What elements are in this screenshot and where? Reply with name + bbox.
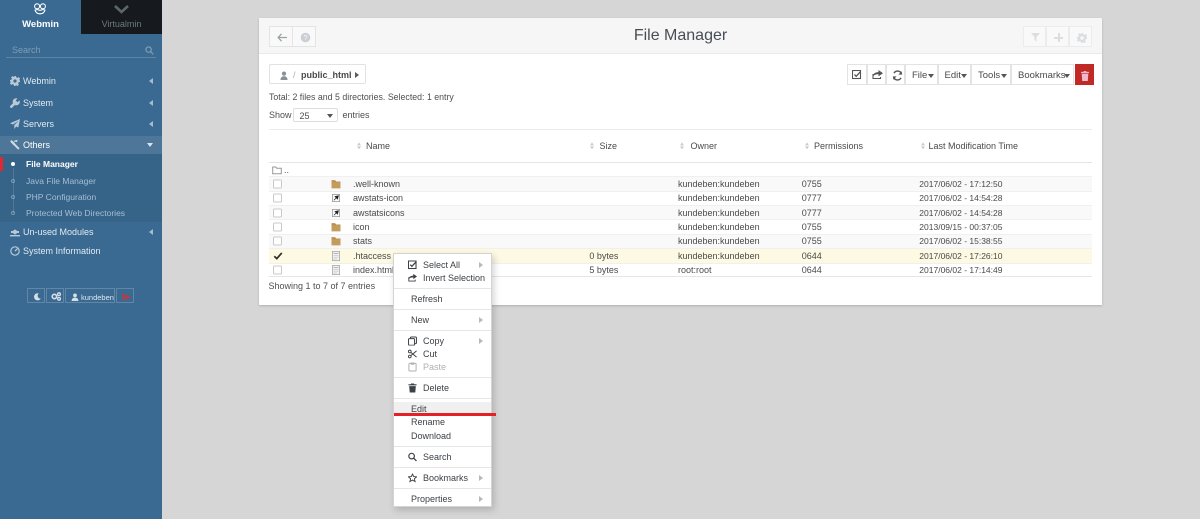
svg-text:?: ? bbox=[303, 33, 307, 42]
